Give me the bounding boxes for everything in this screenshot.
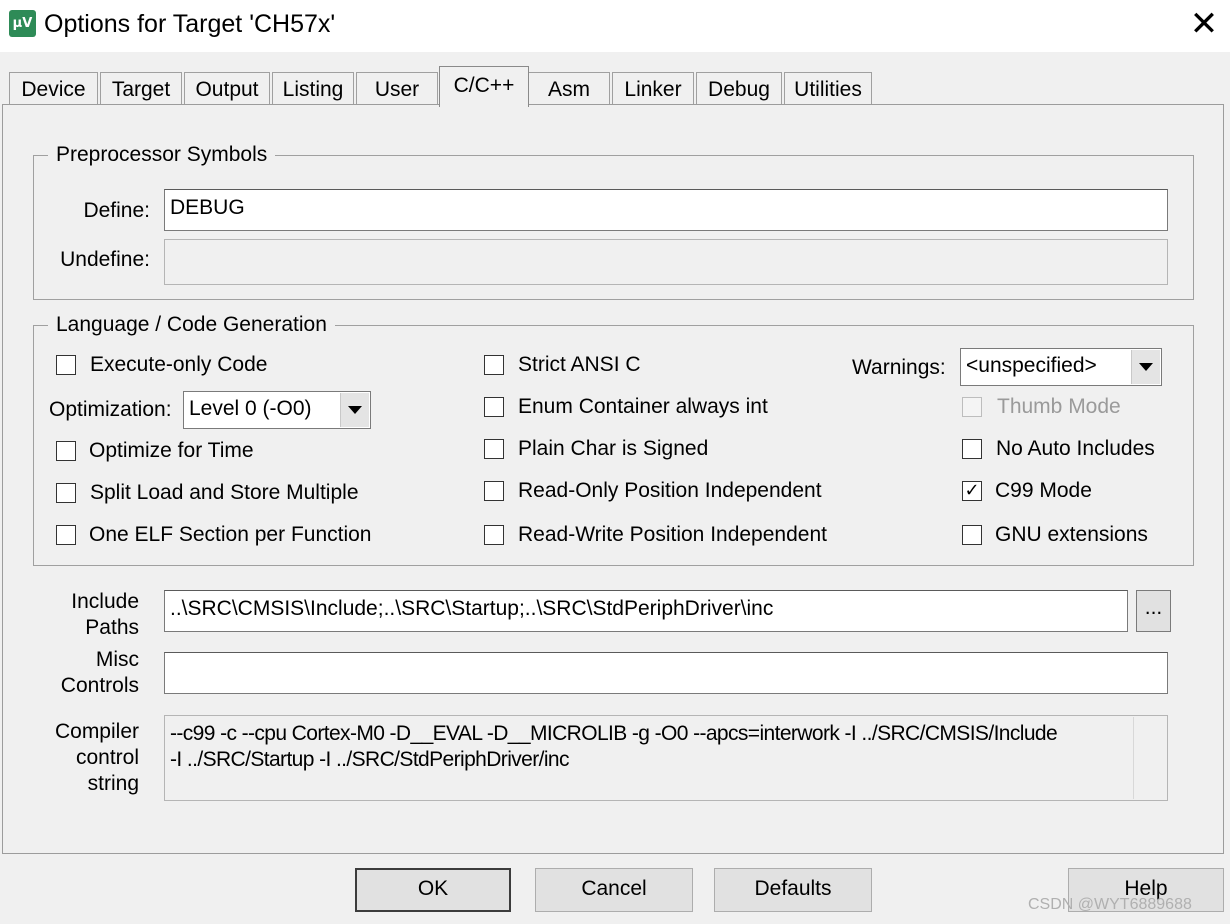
compiler-control-line-1: --c99 -c --cpu Cortex-M0 -D__EVAL -D__MI… bbox=[170, 722, 1058, 745]
gnu-extensions-label: GNU extensions bbox=[995, 523, 1148, 546]
window-title: Options for Target 'CH57x' bbox=[44, 10, 336, 38]
execute-only-checkbox[interactable] bbox=[56, 355, 76, 375]
close-icon[interactable]: ✕ bbox=[1180, 2, 1228, 46]
preprocessor-title: Preprocessor Symbols bbox=[48, 142, 276, 168]
rw-pi-checkbox[interactable] bbox=[484, 525, 504, 545]
optimization-value: Level 0 (-O0) bbox=[189, 397, 312, 420]
include-paths-browse-button[interactable]: ... bbox=[1136, 590, 1171, 632]
compiler-control-label-3: string bbox=[87, 772, 139, 795]
optimize-time-checkbox[interactable] bbox=[56, 441, 76, 461]
app-logo-icon: µV bbox=[9, 10, 36, 37]
ro-pi-label: Read-Only Position Independent bbox=[518, 479, 822, 502]
split-load-checkbox[interactable] bbox=[56, 483, 76, 503]
checkmark-icon: ✓ bbox=[964, 480, 980, 501]
one-elf-label: One ELF Section per Function bbox=[89, 523, 372, 546]
thumb-mode-label: Thumb Mode bbox=[997, 395, 1121, 418]
c99-mode-label: C99 Mode bbox=[995, 479, 1092, 502]
watermark: CSDN @WYT6889688 bbox=[1028, 896, 1192, 913]
ok-button[interactable]: OK bbox=[355, 868, 511, 912]
execute-only-label: Execute-only Code bbox=[90, 353, 268, 376]
tab-linker[interactable]: Linker bbox=[612, 72, 694, 106]
define-input[interactable]: DEBUG bbox=[164, 189, 1168, 231]
strict-ansi-checkbox[interactable] bbox=[484, 355, 504, 375]
cancel-button[interactable]: Cancel bbox=[535, 868, 693, 912]
defaults-button[interactable]: Defaults bbox=[714, 868, 872, 912]
warnings-label: Warnings: bbox=[852, 356, 946, 379]
misc-controls-input[interactable] bbox=[164, 652, 1168, 694]
include-paths-label-1: Include bbox=[71, 590, 139, 613]
undefine-label: Undefine: bbox=[60, 248, 150, 271]
tab-target[interactable]: Target bbox=[100, 72, 182, 106]
enum-container-label: Enum Container always int bbox=[518, 395, 768, 418]
language-title: Language / Code Generation bbox=[48, 312, 335, 338]
undefine-input bbox=[164, 239, 1168, 285]
rw-pi-label: Read-Write Position Independent bbox=[518, 523, 827, 546]
tab-utilities[interactable]: Utilities bbox=[784, 72, 872, 106]
plain-char-checkbox[interactable] bbox=[484, 439, 504, 459]
split-load-label: Split Load and Store Multiple bbox=[90, 481, 359, 504]
tab-debug[interactable]: Debug bbox=[696, 72, 782, 106]
warnings-value: <unspecified> bbox=[966, 354, 1097, 377]
compiler-control-line-2: -I ../SRC/Startup -I ../SRC/StdPeriphDri… bbox=[170, 748, 570, 771]
tab-asm[interactable]: Asm bbox=[528, 72, 610, 106]
chevron-down-icon[interactable] bbox=[1131, 350, 1160, 384]
strict-ansi-label: Strict ANSI C bbox=[518, 353, 641, 376]
chevron-down-icon[interactable] bbox=[340, 393, 369, 427]
ro-pi-checkbox[interactable] bbox=[484, 481, 504, 501]
include-paths-input[interactable]: ..\SRC\CMSIS\Include;..\SRC\Startup;..\S… bbox=[164, 590, 1128, 632]
no-auto-includes-checkbox[interactable] bbox=[962, 439, 982, 459]
thumb-mode-checkbox bbox=[962, 397, 982, 417]
one-elf-checkbox[interactable] bbox=[56, 525, 76, 545]
no-auto-includes-label: No Auto Includes bbox=[996, 437, 1155, 460]
compiler-control-scrollbar[interactable] bbox=[1133, 717, 1167, 799]
compiler-control-string: --c99 -c --cpu Cortex-M0 -D__EVAL -D__MI… bbox=[164, 715, 1168, 801]
enum-container-checkbox[interactable] bbox=[484, 397, 504, 417]
c99-mode-checkbox[interactable]: ✓ bbox=[962, 481, 982, 501]
plain-char-label: Plain Char is Signed bbox=[518, 437, 709, 460]
include-paths-label-2: Paths bbox=[85, 616, 139, 639]
optimization-select[interactable]: Level 0 (-O0) bbox=[183, 391, 371, 429]
warnings-select[interactable]: <unspecified> bbox=[960, 348, 1162, 386]
compiler-control-label-1: Compiler bbox=[54, 720, 139, 743]
tab-output[interactable]: Output bbox=[184, 72, 270, 106]
optimize-time-label: Optimize for Time bbox=[89, 439, 254, 462]
optimization-label: Optimization: bbox=[49, 398, 172, 421]
tab-user[interactable]: User bbox=[356, 72, 438, 106]
misc-controls-label-2: Controls bbox=[60, 674, 139, 697]
gnu-extensions-checkbox[interactable] bbox=[962, 525, 982, 545]
misc-controls-label-1: Misc bbox=[95, 648, 139, 671]
compiler-control-label-2: control bbox=[75, 746, 139, 769]
tab-listing[interactable]: Listing bbox=[272, 72, 354, 106]
tab-device[interactable]: Device bbox=[9, 72, 98, 106]
define-label: Define: bbox=[83, 199, 150, 222]
tab-cpp[interactable]: C/C++ bbox=[439, 66, 529, 107]
